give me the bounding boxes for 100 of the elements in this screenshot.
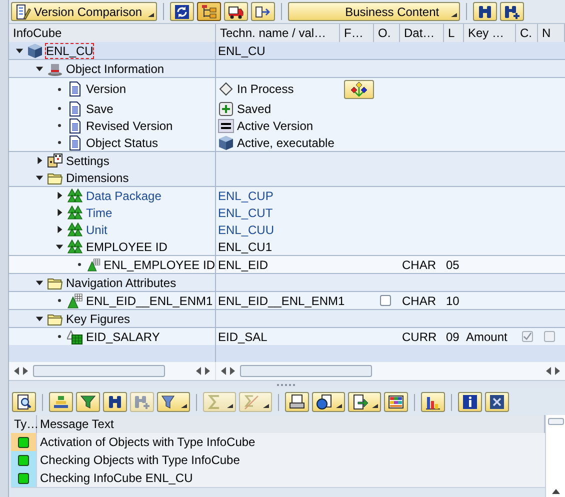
tree-node-label[interactable]: Revised Version [86,118,173,132]
menu-button[interactable]: Business Content [288,2,460,21]
scroll-right-icon [555,367,561,375]
toolbar-button[interactable] [348,392,381,412]
toolbar-button[interactable] [485,392,509,412]
tree-node-label[interactable]: Time [86,206,112,220]
info-icon [462,394,478,410]
length: 09 [446,330,460,344]
tree-row[interactable]: EMPLOYEE ID ENL_CU1 [9,238,565,255]
data-type: CHAR [402,294,436,308]
caret-down-icon[interactable] [35,278,44,287]
tree-node-label[interactable]: ENL_EMPLOYEE ID [104,258,215,272]
toolbar-button[interactable] [312,392,345,412]
tree-node-label[interactable]: ENL_CU [46,44,94,58]
bullet-icon [78,263,81,266]
tree-node-label[interactable]: Version [86,82,126,96]
checkbox[interactable] [380,295,391,306]
type-cell[interactable] [11,433,37,452]
toolbar-button[interactable] [103,392,127,412]
binoculars-icon [107,394,123,410]
tree-node-label[interactable]: Object Status [86,136,158,150]
dropdown-caret-icon [372,404,378,408]
toolbar-button[interactable] [12,392,36,412]
caret-down-icon[interactable] [55,242,64,251]
menu-button[interactable]: Version Comparison [11,2,158,21]
tree-row[interactable]: Data Package ENL_CUP [9,186,565,204]
toolbar-button[interactable] [251,2,276,21]
tree-row[interactable]: Settings [9,151,565,169]
triangles-icon [67,238,83,254]
caret-right-icon[interactable] [55,191,64,200]
tree-node-label[interactable]: Dimensions [66,170,129,184]
tree-row[interactable]: ENL_EID__ENL_ENM1 ENL_EID__ENL_ENM1 CHAR 10 [9,291,565,309]
funnel-icon [80,394,96,410]
technical-name: EID_SAL [218,330,268,344]
tree-node-label[interactable]: Settings [66,154,110,168]
caret-down-icon[interactable] [35,314,44,323]
document-icon [67,134,83,150]
tree-row[interactable]: Unit ENL_CUU [9,221,565,238]
toolbar-button[interactable] [76,392,100,412]
magnifier-document-icon [16,394,32,410]
scroll-thumb[interactable] [548,418,564,425]
vertical-scrollbar[interactable] [545,415,565,497]
triangles-icon [67,222,83,238]
hierarchy-button[interactable] [344,80,374,98]
tree-row[interactable]: EID_SALARY EID_SAL CURR 09 Amount [9,327,565,345]
tree-node-label[interactable]: Object Information [66,62,164,76]
tree-row[interactable]: Save Saved [9,100,565,117]
tree-node-label[interactable]: Save [86,102,114,116]
toolbar-button[interactable] [170,2,194,21]
tree-row[interactable]: Dimensions [9,169,565,186]
toolbar-button[interactable] [285,392,309,412]
bullet-icon [58,88,61,90]
tree-row[interactable]: Key Figures [9,309,565,327]
tree-row[interactable]: Version In Process [9,77,565,100]
tree-row[interactable]: Time ENL_CUT [9,204,565,221]
caret-down-icon[interactable] [15,46,24,55]
tree-node-label[interactable]: Unit [86,222,108,236]
toolbar-button[interactable] [421,392,445,412]
tree-row[interactable]: ENL_EMPLOYEE ID ENL_EID CHAR 05 [9,255,565,273]
tree-row[interactable]: Object Status Active, executable [9,134,565,151]
toolbar-button[interactable] [197,2,222,21]
tree-row[interactable]: ENL_CU ENL_CU [9,42,565,59]
caret-down-icon[interactable] [35,64,44,73]
toolbar-button[interactable] [157,392,190,412]
dice-icon [47,152,63,168]
dropdown-caret-icon [227,404,233,408]
scroll-left-icon [195,367,201,375]
type-cell[interactable] [11,469,37,488]
column-header[interactable]: Message Text [37,415,545,434]
sigma-slash-icon [243,394,259,410]
tree-node-label[interactable]: Navigation Attributes [66,276,176,290]
caret-right-icon[interactable] [35,156,44,165]
tree-node-label[interactable]: Key Figures [66,312,130,326]
binoculars-plus-icon [504,4,520,20]
toolbar-button[interactable] [384,392,408,412]
toolbar-button[interactable] [473,2,498,21]
caret-right-icon[interactable] [55,225,64,234]
tree-node-label[interactable]: Data Package [86,188,162,202]
toolbar-button[interactable] [224,2,248,21]
splitter-handle[interactable] [9,380,565,389]
caret-down-icon[interactable] [35,173,44,182]
stacked-bars-icon [53,394,69,410]
message-text: Activation of Objects with Type InfoCube [37,433,545,452]
toolbar-button[interactable] [458,392,482,412]
toolbar-button[interactable] [500,2,524,21]
technical-name: ENL_CUP [218,188,274,202]
column-header[interactable]: Ty… [11,415,37,434]
diamond-icon [218,81,234,97]
tree-node-label[interactable]: EMPLOYEE ID [86,240,168,254]
tree-node-label[interactable]: EID_SALARY [86,330,160,344]
dropdown-caret-icon [451,13,458,17]
scroll-up-icon [552,488,560,494]
status-value: Active Version [237,118,314,132]
tree-node-label[interactable]: ENL_EID__ENL_ENM1 [86,294,213,308]
tree-row[interactable]: Object Information [9,59,565,77]
type-cell[interactable] [11,451,37,470]
caret-right-icon[interactable] [55,208,64,217]
tree-row[interactable]: Revised Version Active Version [9,117,565,134]
refresh-icon [174,4,190,20]
tree-row[interactable]: Navigation Attributes [9,273,565,291]
